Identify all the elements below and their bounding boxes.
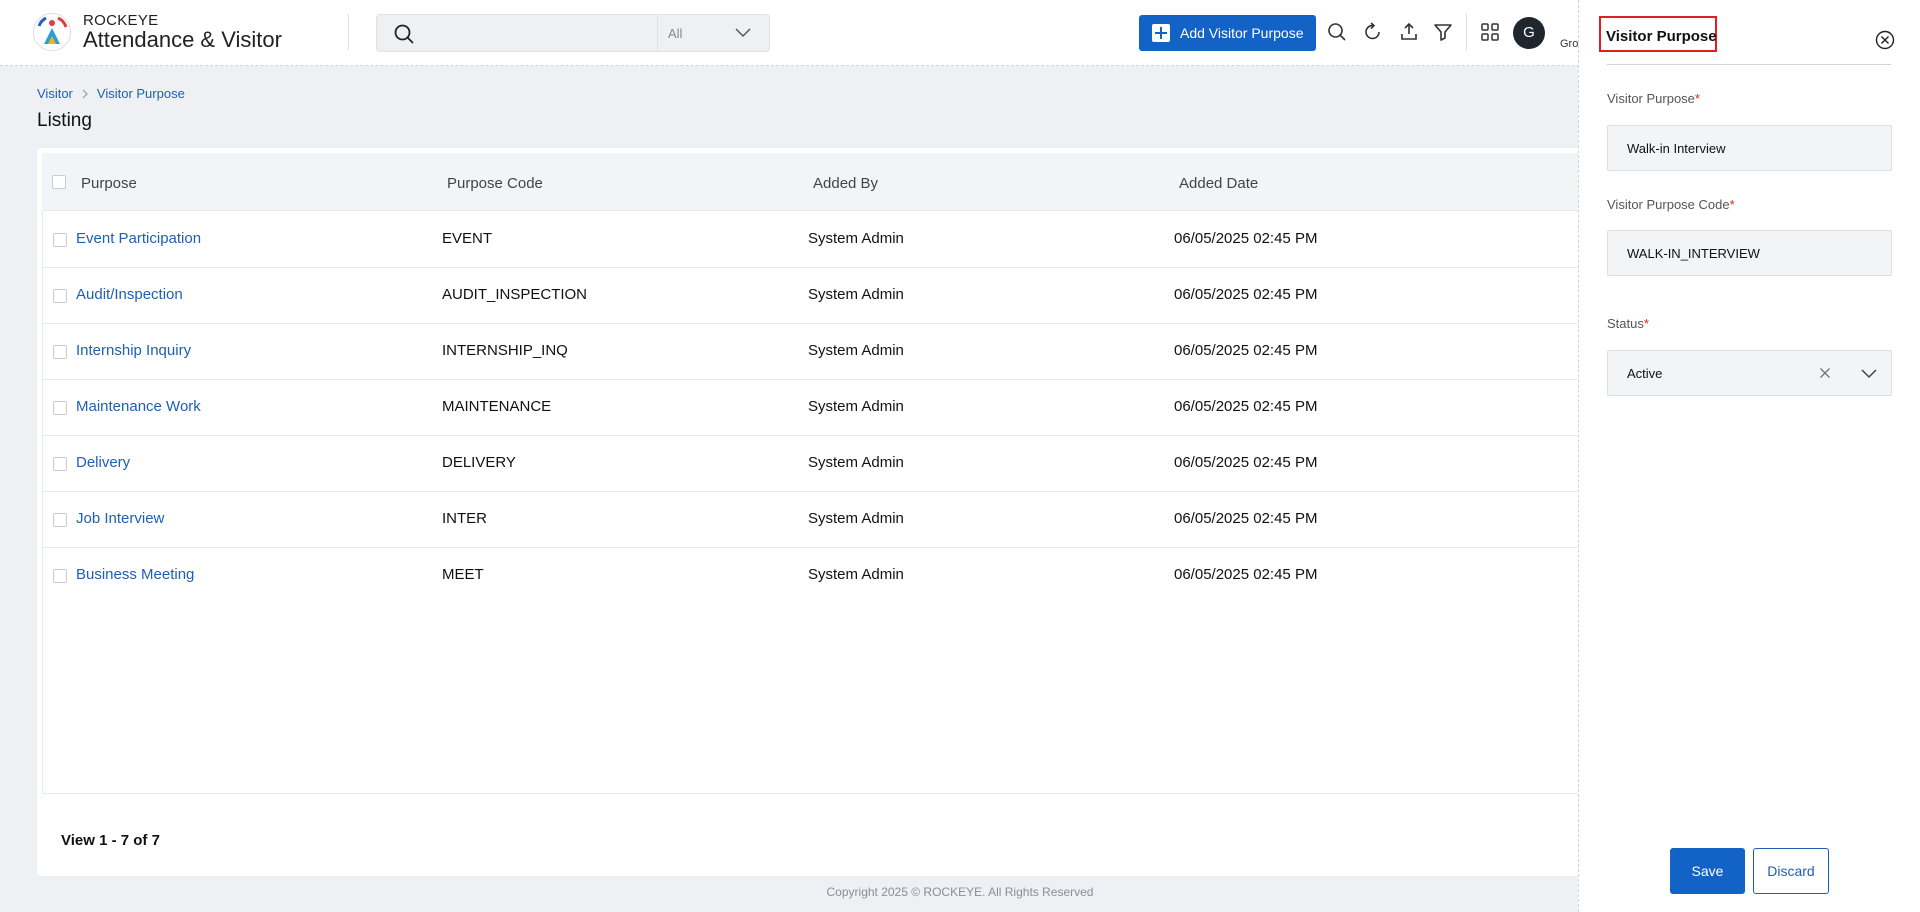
visitor-purpose-panel: Visitor Purpose Visitor Purpose* Visitor… bbox=[1578, 0, 1920, 912]
app-title: Attendance & Visitor bbox=[83, 27, 282, 52]
required-mark: * bbox=[1643, 316, 1649, 331]
purpose-link[interactable]: Job Interview bbox=[76, 510, 164, 527]
search-filter-select[interactable]: All bbox=[657, 15, 769, 51]
filter-icon[interactable] bbox=[1432, 21, 1454, 43]
breadcrumb: Visitor Visitor Purpose bbox=[37, 86, 185, 101]
added-date-cell: 06/05/2025 02:45 PM bbox=[1174, 398, 1318, 415]
select-all-checkbox[interactable] bbox=[52, 175, 66, 189]
purpose-link[interactable]: Event Participation bbox=[76, 230, 201, 247]
user-avatar[interactable]: G bbox=[1513, 17, 1545, 49]
page-title: Listing bbox=[37, 110, 92, 131]
purpose-code-cell: EVENT bbox=[442, 230, 493, 247]
added-date-cell: 06/05/2025 02:45 PM bbox=[1174, 342, 1318, 359]
close-circle-icon[interactable] bbox=[1875, 30, 1895, 50]
visitor-purpose-code-label: Visitor Purpose Code* bbox=[1607, 197, 1735, 212]
purpose-code-cell: MEET bbox=[442, 566, 484, 583]
user-name[interactable]: Gro bbox=[1560, 38, 1578, 50]
column-header-added-by[interactable]: Added By bbox=[813, 175, 878, 192]
save-button[interactable]: Save bbox=[1670, 848, 1745, 894]
global-search: All bbox=[376, 14, 770, 52]
added-date-cell: 06/05/2025 02:45 PM bbox=[1174, 230, 1318, 247]
panel-title: Visitor Purpose bbox=[1599, 16, 1717, 52]
header-divider bbox=[348, 14, 349, 50]
added-date-cell: 06/05/2025 02:45 PM bbox=[1174, 510, 1318, 527]
table-row: Business Meeting MEET System Admin 06/05… bbox=[43, 548, 1651, 604]
search-input[interactable] bbox=[425, 15, 675, 51]
row-checkbox[interactable] bbox=[53, 457, 67, 471]
column-header-purpose[interactable]: Purpose bbox=[81, 175, 137, 192]
row-checkbox[interactable] bbox=[53, 289, 67, 303]
search-icon[interactable] bbox=[1326, 21, 1348, 43]
purpose-code-cell: AUDIT_INSPECTION bbox=[442, 286, 588, 303]
added-by-cell: System Admin bbox=[808, 454, 904, 471]
table-row: Maintenance Work MAINTENANCE System Admi… bbox=[43, 380, 1651, 436]
added-by-cell: System Admin bbox=[808, 230, 904, 247]
visitor-purpose-input[interactable] bbox=[1607, 125, 1892, 171]
purpose-code-cell: INTER bbox=[442, 510, 487, 527]
purpose-link[interactable]: Maintenance Work bbox=[76, 398, 201, 415]
added-date-cell: 06/05/2025 02:45 PM bbox=[1174, 286, 1318, 303]
table-row: Job Interview INTER System Admin 06/05/2… bbox=[43, 492, 1651, 548]
search-filter-value: All bbox=[668, 26, 683, 41]
visitor-purpose-code-input[interactable] bbox=[1607, 230, 1892, 276]
breadcrumb-item-visitor-purpose[interactable]: Visitor Purpose bbox=[97, 86, 185, 101]
row-checkbox[interactable] bbox=[53, 569, 67, 583]
purpose-link[interactable]: Delivery bbox=[76, 454, 130, 471]
added-by-cell: System Admin bbox=[808, 342, 904, 359]
table-row: Delivery DELIVERY System Admin 06/05/202… bbox=[43, 436, 1651, 492]
added-date-cell: 06/05/2025 02:45 PM bbox=[1174, 454, 1318, 471]
row-checkbox[interactable] bbox=[53, 513, 67, 527]
discard-button[interactable]: Discard bbox=[1753, 848, 1829, 894]
status-select[interactable]: Active bbox=[1607, 350, 1892, 396]
column-header-added-date[interactable]: Added Date bbox=[1179, 175, 1258, 192]
purpose-link[interactable]: Business Meeting bbox=[76, 566, 194, 583]
status-label-text: Status bbox=[1607, 316, 1644, 331]
required-mark: * bbox=[1729, 197, 1735, 212]
table-body: Event Participation EVENT System Admin 0… bbox=[42, 212, 1652, 794]
table-row: Event Participation EVENT System Admin 0… bbox=[43, 212, 1651, 268]
added-by-cell: System Admin bbox=[808, 398, 904, 415]
purpose-code-cell: MAINTENANCE bbox=[442, 398, 552, 415]
upload-icon[interactable] bbox=[1398, 21, 1420, 43]
chevron-down-icon[interactable] bbox=[1860, 366, 1878, 380]
status-label: Status* bbox=[1607, 316, 1649, 331]
purpose-link[interactable]: Audit/Inspection bbox=[76, 286, 183, 303]
table-row: Audit/Inspection AUDIT_INSPECTION System… bbox=[43, 268, 1651, 324]
chevron-right-icon bbox=[82, 89, 88, 98]
visitor-purpose-label: Visitor Purpose* bbox=[1607, 91, 1700, 106]
plus-icon bbox=[1152, 24, 1170, 42]
added-by-cell: System Admin bbox=[808, 286, 904, 303]
purpose-link[interactable]: Internship Inquiry bbox=[76, 342, 191, 359]
added-date-cell: 06/05/2025 02:45 PM bbox=[1174, 566, 1318, 583]
row-checkbox[interactable] bbox=[53, 233, 67, 247]
grid-icon[interactable] bbox=[1479, 21, 1501, 43]
visitor-purpose-label-text: Visitor Purpose bbox=[1607, 91, 1695, 106]
status-value: Active bbox=[1627, 366, 1663, 381]
added-by-cell: System Admin bbox=[808, 510, 904, 527]
listing-card: Purpose Purpose Code Added By Added Date… bbox=[37, 148, 1657, 876]
add-visitor-purpose-button[interactable]: Add Visitor Purpose bbox=[1139, 15, 1316, 51]
breadcrumb-item-visitor[interactable]: Visitor bbox=[37, 86, 73, 101]
added-by-cell: System Admin bbox=[808, 566, 904, 583]
refresh-icon[interactable] bbox=[1362, 21, 1384, 43]
required-mark: * bbox=[1694, 91, 1700, 106]
table-row: Internship Inquiry INTERNSHIP_INQ System… bbox=[43, 324, 1651, 380]
panel-divider bbox=[1607, 64, 1891, 65]
row-checkbox[interactable] bbox=[53, 401, 67, 415]
add-button-label: Add Visitor Purpose bbox=[1180, 25, 1304, 41]
clear-icon[interactable] bbox=[1818, 366, 1832, 380]
app-logo-icon bbox=[33, 13, 71, 51]
header-divider bbox=[1466, 14, 1467, 50]
chevron-down-icon bbox=[735, 28, 751, 38]
search-icon[interactable] bbox=[393, 23, 415, 45]
table-header: Purpose Purpose Code Added By Added Date bbox=[42, 153, 1652, 211]
pagination-summary: View 1 - 7 of 7 bbox=[61, 832, 160, 849]
row-checkbox[interactable] bbox=[53, 345, 67, 359]
visitor-purpose-code-label-text: Visitor Purpose Code bbox=[1607, 197, 1730, 212]
purpose-code-cell: INTERNSHIP_INQ bbox=[442, 342, 568, 359]
column-header-purpose-code[interactable]: Purpose Code bbox=[447, 175, 543, 192]
purpose-code-cell: DELIVERY bbox=[442, 454, 516, 471]
